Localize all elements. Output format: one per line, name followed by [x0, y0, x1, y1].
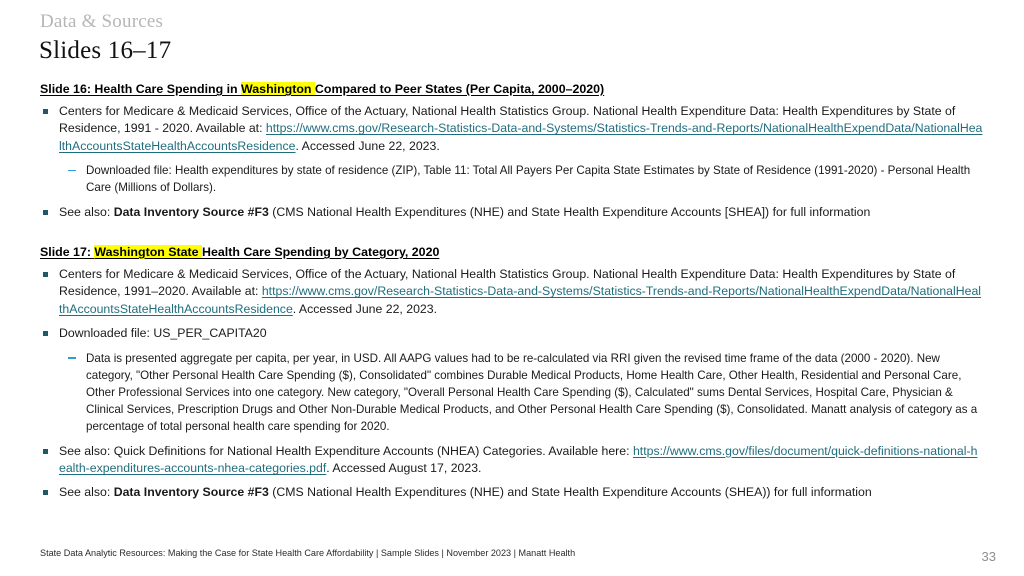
- sub-bullet-text: Downloaded file: Health expenditures by …: [86, 164, 971, 195]
- square-bullet-icon: [43, 490, 48, 496]
- list-item: Centers for Medicare & Medicaid Services…: [40, 103, 984, 155]
- dash-bullet-icon: [68, 357, 76, 359]
- list-item: Data is presented aggregate per capita, …: [40, 350, 984, 436]
- heading-prefix: Slide 16: Health Care Spending in: [40, 82, 242, 96]
- bullet-text-tail: . Accessed June 22, 2023.: [295, 138, 440, 153]
- heading-suffix: Health Care Spending by Category, 2020: [202, 245, 440, 260]
- sub-bullet-text: Data is presented aggregate per capita, …: [86, 351, 978, 434]
- list-item: See also: Data Inventory Source #F3 (CMS…: [40, 204, 984, 221]
- section-heading-slide17: Slide 17: Washington State Health Care S…: [40, 244, 984, 260]
- page-title: Slides 16–17: [39, 37, 172, 64]
- dash-bullet-icon: [68, 169, 76, 172]
- square-bullet-icon: [43, 109, 48, 114]
- bullet-text: See also:: [59, 204, 114, 219]
- square-bullet-icon: [43, 448, 48, 454]
- bullet-text: See also: Quick Definitions for National…: [59, 443, 633, 458]
- list-item: See also: Quick Definitions for National…: [40, 443, 984, 478]
- inventory-source-label: Data Inventory Source #F3: [113, 485, 269, 500]
- footer-text: State Data Analytic Resources: Making th…: [40, 548, 576, 558]
- slide-body: Slide 16: Health Care Spending in Washin…: [40, 81, 984, 503]
- square-bullet-icon: [43, 331, 48, 337]
- square-bullet-icon: [43, 272, 48, 278]
- downloaded-file-text: Downloaded file: US_PER_CAPITA20: [59, 326, 267, 341]
- inventory-source-label: Data Inventory Source #F3: [113, 204, 269, 219]
- bullet-text-tail: . Accessed August 17, 2023.: [326, 461, 482, 476]
- eyebrow-label: Data & Sources: [40, 11, 164, 32]
- bullet-text-tail: (CMS National Health Expenditures (NHE) …: [268, 485, 872, 500]
- slide-canvas: Data & Sources Slides 16–17 Slide 16: He…: [0, 0, 1024, 576]
- heading-highlight: Washington: [241, 82, 315, 96]
- page-number: 33: [981, 549, 996, 564]
- square-bullet-icon: [43, 209, 48, 215]
- list-item: See also: Data Inventory Source #F3 (CMS…: [40, 484, 984, 501]
- list-item: Centers for Medicare & Medicaid Services…: [40, 266, 984, 318]
- section-heading-slide16: Slide 16: Health Care Spending in Washin…: [40, 81, 984, 97]
- list-item: Downloaded file: US_PER_CAPITA20: [40, 325, 984, 342]
- heading-prefix: Slide 17:: [40, 245, 95, 260]
- bullet-text: See also:: [59, 485, 114, 500]
- heading-suffix: Compared to Peer States (Per Capita, 200…: [314, 82, 605, 96]
- list-item: Downloaded file: Health expenditures by …: [40, 162, 984, 196]
- heading-highlight: Washington State: [94, 245, 203, 260]
- bullet-text-tail: . Accessed June 22, 2023.: [292, 301, 438, 316]
- bullet-text-tail: (CMS National Health Expenditures (NHE) …: [268, 204, 871, 219]
